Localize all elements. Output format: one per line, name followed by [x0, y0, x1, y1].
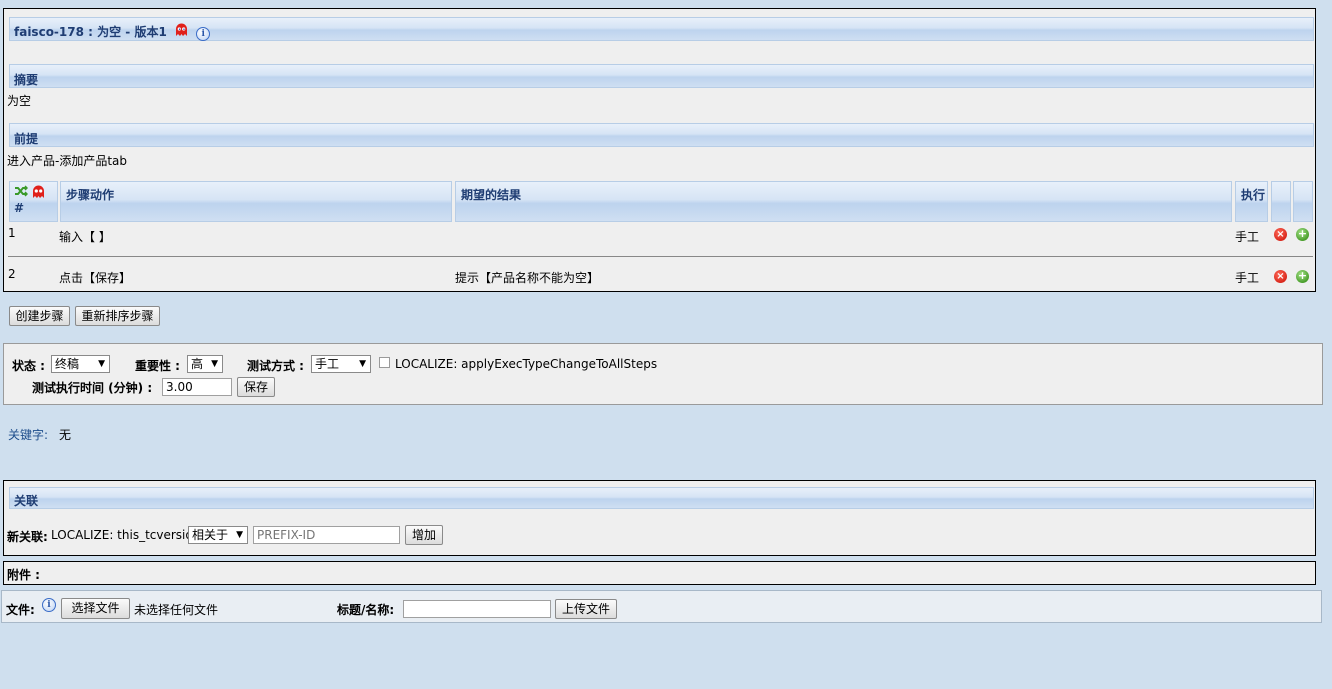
exec-type-label: 测试方式 :: [247, 359, 304, 373]
file-label: 文件:: [6, 603, 35, 617]
precondition-header: 前提: [9, 123, 1314, 147]
delete-step-icon[interactable]: ×: [1274, 228, 1287, 241]
step-expected[interactable]: 提示【产品名称不能为空】: [455, 269, 599, 286]
delete-step-icon[interactable]: ×: [1274, 270, 1287, 283]
apply-all-checkbox[interactable]: [379, 357, 390, 368]
no-file-chosen-text: 未选择任何文件: [134, 603, 219, 617]
new-relation-label: 新关联:: [7, 530, 48, 544]
upload-panel: 文件: i 选择文件 未选择任何文件 标题/名称: 上传文件: [1, 590, 1322, 623]
ghost-icon[interactable]: [175, 23, 188, 40]
testcase-title-bar: faisco-178 : 为空 - 版本1 i: [9, 17, 1314, 41]
importance-select[interactable]: 高 ▼: [187, 355, 223, 373]
status-select-value: 终稿: [55, 357, 80, 371]
add-step-icon[interactable]: +: [1296, 270, 1309, 283]
steps-exec-header: 执行: [1235, 181, 1268, 222]
keywords-label: 关键字:: [8, 428, 49, 442]
info-icon[interactable]: i: [42, 598, 56, 612]
step-action[interactable]: 输入【 】: [59, 228, 111, 245]
save-attributes-button[interactable]: 保存: [237, 377, 275, 397]
create-step-button[interactable]: 创建步骤: [9, 306, 70, 326]
chevron-down-icon: ▼: [236, 530, 243, 540]
attachments-panel: 附件 :: [3, 561, 1316, 585]
testcase-title: faisco-178 : 为空 - 版本1: [14, 25, 167, 39]
relation-type-select-value: 相关于: [192, 528, 229, 542]
steps-add-header: [1293, 181, 1313, 222]
precondition-text: 进入产品-添加产品tab: [7, 154, 128, 168]
this-version-label: LOCALIZE: this_tcversion: [51, 528, 201, 542]
status-label: 状态 :: [12, 359, 45, 373]
upload-file-button[interactable]: 上传文件: [555, 599, 617, 619]
relations-header-label: 关联: [14, 494, 39, 508]
steps-action-header: 步骤动作: [60, 181, 452, 222]
row-divider: [8, 256, 1313, 257]
choose-file-button[interactable]: 选择文件: [61, 598, 130, 619]
steps-number-header-label: #: [14, 201, 25, 215]
summary-header-label: 摘要: [14, 73, 39, 87]
steps-number-header: #: [9, 181, 58, 222]
attributes-panel: 状态 : 终稿 ▼ 重要性 : 高 ▼ 测试方式 : 手工 ▼ LOCALIZE: a…: [3, 343, 1323, 405]
duration-label: 测试执行时间 (分钟) :: [32, 381, 153, 395]
reorder-steps-button[interactable]: 重新排序步骤: [75, 306, 160, 326]
step-exec-type: 手工: [1235, 230, 1260, 244]
duration-input[interactable]: [162, 378, 232, 396]
chevron-down-icon: ▼: [211, 359, 218, 369]
attachments-header: 附件 :: [7, 568, 40, 582]
add-step-icon[interactable]: +: [1296, 228, 1309, 241]
relation-prefix-input[interactable]: [253, 526, 400, 544]
step-number: 2: [8, 267, 16, 281]
importance-select-value: 高: [191, 357, 204, 371]
step-number: 1: [8, 226, 16, 240]
summary-text: 为空: [7, 94, 32, 108]
summary-header: 摘要: [9, 64, 1314, 88]
step-action[interactable]: 点击【保存】: [59, 269, 131, 286]
ghost-icon: [33, 185, 45, 198]
attachment-title-label: 标题/名称:: [337, 603, 395, 617]
testcase-panel: faisco-178 : 为空 - 版本1 i 摘要 为空 前提 进入产品-添加…: [3, 8, 1316, 292]
precondition-header-label: 前提: [14, 132, 39, 146]
attachment-title-input[interactable]: [403, 600, 551, 618]
info-icon[interactable]: i: [196, 27, 211, 41]
steps-delete-header: [1271, 181, 1291, 222]
relations-header: 关联: [9, 487, 1314, 509]
importance-label: 重要性 :: [135, 359, 180, 373]
step-exec-type: 手工: [1235, 271, 1260, 285]
relations-panel: 关联 新关联: LOCALIZE: this_tcversion 相关于 ▼ 增加: [3, 480, 1316, 556]
status-select[interactable]: 终稿 ▼: [51, 355, 110, 373]
exec-type-select[interactable]: 手工 ▼: [311, 355, 371, 373]
chevron-down-icon: ▼: [98, 359, 105, 369]
exec-type-select-value: 手工: [315, 357, 340, 371]
add-relation-button[interactable]: 增加: [405, 525, 443, 545]
keywords-value: 无: [59, 428, 72, 442]
steps-header-icons: [14, 185, 57, 201]
relation-type-select[interactable]: 相关于 ▼: [188, 526, 248, 544]
steps-expected-header: 期望的结果: [455, 181, 1232, 222]
shuffle-icon: [15, 185, 29, 197]
apply-all-checkbox-label: LOCALIZE: applyExecTypeChangeToAllSteps: [395, 357, 658, 371]
chevron-down-icon: ▼: [359, 359, 366, 369]
